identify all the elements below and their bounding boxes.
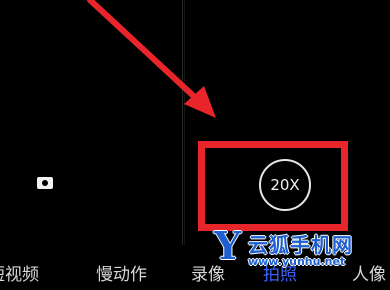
site-watermark: Y 云狐手机网 www.yunhu.net: [212, 225, 390, 290]
mode-slow-motion[interactable]: 慢动作: [96, 260, 147, 285]
viewfinder-divider: [182, 0, 183, 245]
watermark-url: www.yunhu.net: [248, 255, 346, 268]
zoom-button[interactable]: 20X: [259, 159, 311, 211]
mode-short-video[interactable]: 短视频: [0, 260, 39, 285]
watermark-title: 云狐手机网: [248, 233, 353, 257]
watermark-logo-letter: Y: [214, 223, 242, 268]
viewfinder-divider-shadow: [184, 0, 185, 245]
zoom-label: 20X: [270, 176, 300, 194]
camera-flip-icon[interactable]: [37, 177, 53, 189]
